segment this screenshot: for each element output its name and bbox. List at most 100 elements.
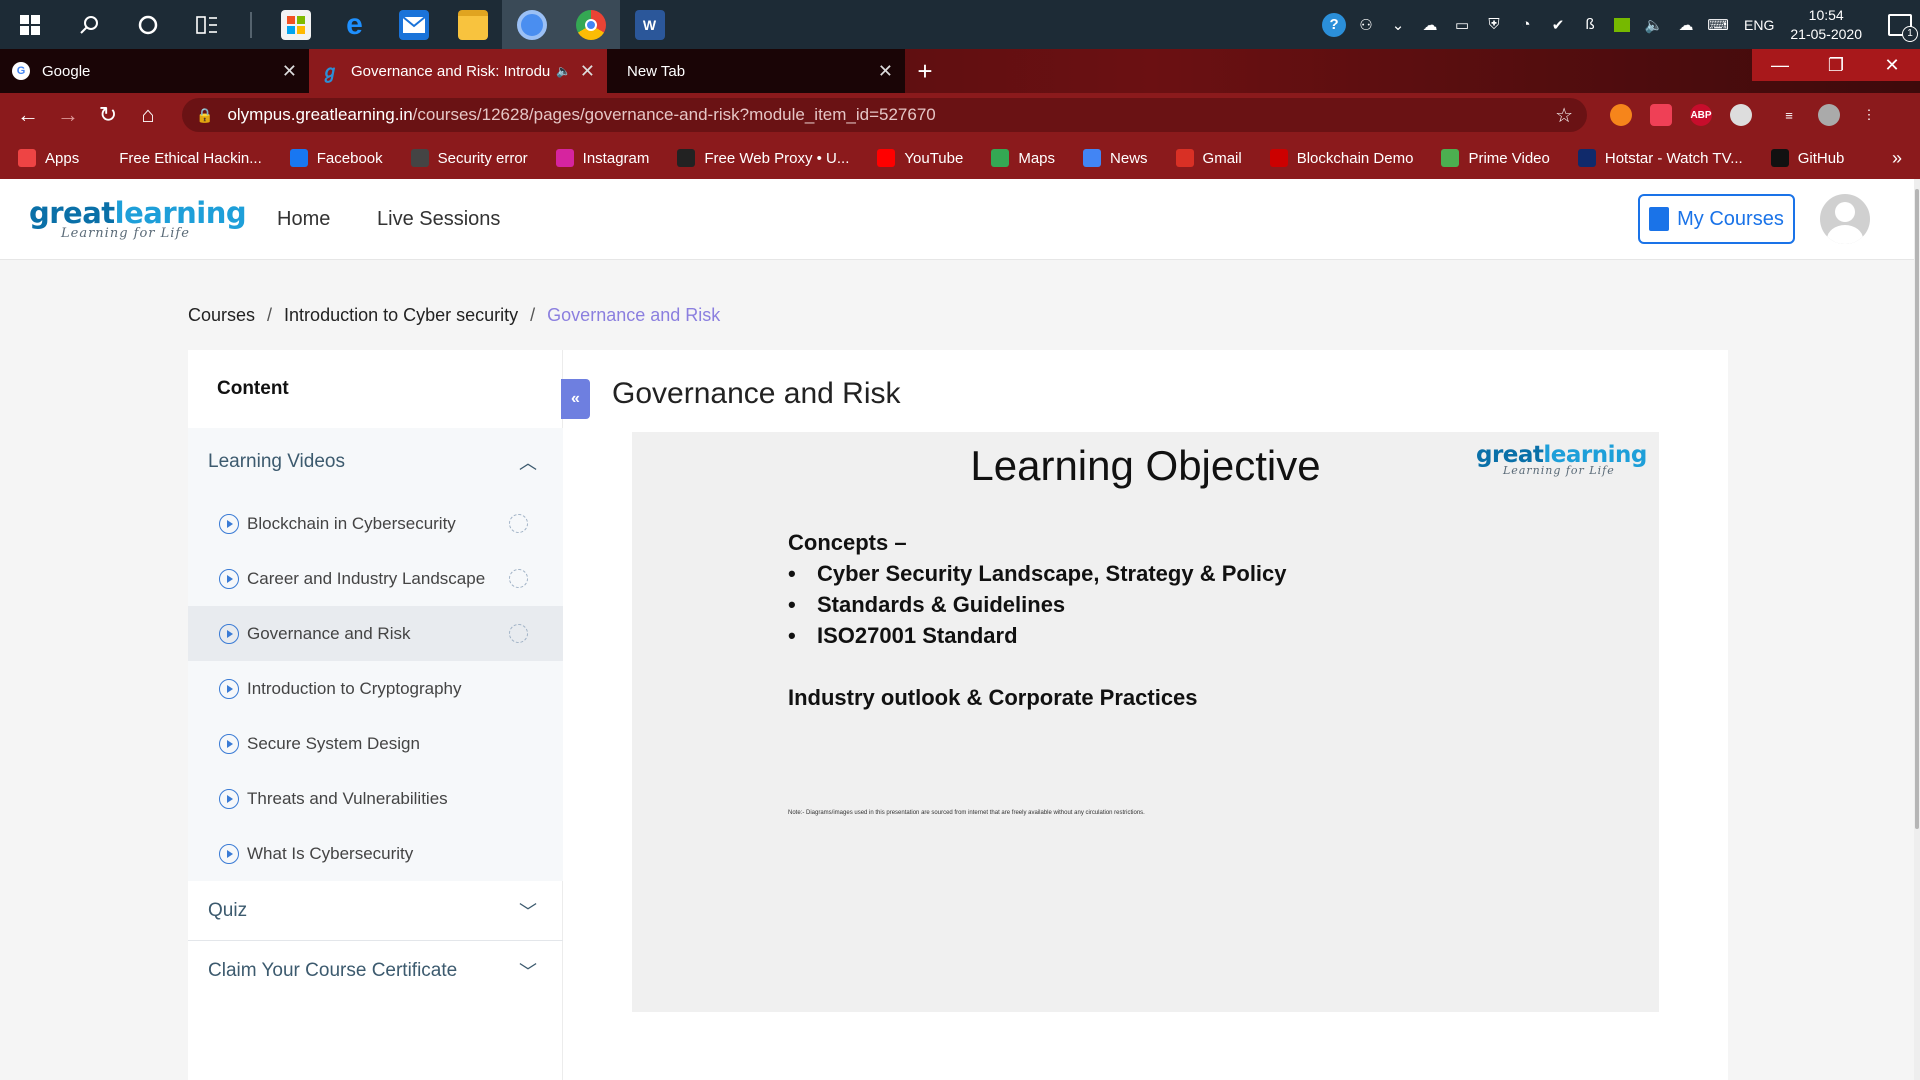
- bookmark-item[interactable]: Prime Video: [1441, 149, 1550, 167]
- breadcrumb-course[interactable]: Introduction to Cyber security: [284, 305, 518, 326]
- clock[interactable]: 10:54 21-05-2020: [1790, 6, 1862, 44]
- notification-center-icon[interactable]: 1: [1880, 13, 1920, 42]
- media-controls-icon[interactable]: ≡: [1769, 95, 1809, 135]
- help-icon[interactable]: ?: [1321, 12, 1347, 38]
- extension-icon[interactable]: [1721, 95, 1761, 135]
- people-icon[interactable]: ⚇: [1353, 12, 1379, 38]
- breadcrumb-courses[interactable]: Courses: [188, 305, 255, 326]
- chevron-up-icon[interactable]: ⌄: [1385, 12, 1411, 38]
- learning-videos-accordion[interactable]: Learning Videos ︿: [188, 428, 563, 496]
- concept-item: Cyber Security Landscape, Strategy & Pol…: [788, 558, 1287, 589]
- bh-icon[interactable]: ß: [1577, 12, 1603, 38]
- search-icon[interactable]: [59, 0, 118, 49]
- slide-video-frame[interactable]: Learning Objective greatlearning Learnin…: [632, 432, 1659, 1012]
- nvidia-icon[interactable]: [1609, 12, 1635, 38]
- cloud-upload-icon[interactable]: ☁: [1673, 12, 1699, 38]
- tab-title: Google: [42, 62, 91, 80]
- tab-new-tab[interactable]: New Tab ✕: [607, 49, 905, 93]
- close-window-icon[interactable]: ✕: [1864, 49, 1920, 81]
- close-icon[interactable]: ✕: [580, 61, 595, 82]
- check-icon[interactable]: ✔: [1545, 12, 1571, 38]
- apps-grid-icon: [18, 149, 36, 167]
- language-indicator[interactable]: ENG: [1744, 17, 1774, 33]
- restore-icon[interactable]: ❐: [1808, 49, 1864, 81]
- video-list-item[interactable]: What Is Cybersecurity: [188, 826, 563, 881]
- cortana-icon[interactable]: [118, 0, 177, 49]
- bookmark-item[interactable]: Free Ethical Hackin...: [119, 150, 262, 167]
- more-bookmarks-icon[interactable]: »: [1892, 148, 1902, 169]
- onedrive-icon[interactable]: ☁: [1417, 12, 1443, 38]
- video-label: Blockchain in Cybersecurity: [247, 513, 456, 533]
- close-icon[interactable]: ✕: [282, 61, 297, 82]
- bookmark-item[interactable]: Free Web Proxy • U...: [677, 149, 849, 167]
- nav-live-sessions[interactable]: Live Sessions: [377, 208, 500, 231]
- certificate-accordion[interactable]: Claim Your Course Certificate ﹀: [188, 941, 563, 1001]
- bookmark-label: Apps: [45, 149, 80, 167]
- bookmark-item[interactable]: Gmail: [1175, 149, 1242, 167]
- close-icon[interactable]: ✕: [878, 61, 893, 82]
- nav-home[interactable]: Home: [277, 208, 330, 231]
- greatlearning-logo[interactable]: greatlearning Learning for Life: [29, 196, 247, 241]
- profile-avatar-icon[interactable]: [1809, 95, 1849, 135]
- address-bar[interactable]: 🔒 olympus.greatlearning.in/courses/12628…: [182, 98, 1587, 132]
- wifi-icon[interactable]: ◔: [1513, 12, 1539, 38]
- bookmark-item[interactable]: News: [1083, 149, 1148, 167]
- reload-icon[interactable]: ↻: [88, 95, 128, 135]
- minimize-icon[interactable]: —: [1752, 49, 1808, 81]
- lock-icon[interactable]: 🔒: [196, 107, 213, 124]
- video-list-item[interactable]: Governance and Risk: [188, 606, 563, 661]
- task-view-icon[interactable]: [177, 0, 236, 49]
- my-courses-button[interactable]: My Courses: [1638, 194, 1795, 244]
- video-list-item[interactable]: Introduction to Cryptography: [188, 661, 563, 716]
- word-icon[interactable]: W: [620, 0, 679, 49]
- volume-icon[interactable]: 🔈: [1641, 12, 1667, 38]
- chrome-menu-icon[interactable]: ⋮: [1849, 95, 1889, 135]
- tab-google[interactable]: G Google ✕: [0, 49, 309, 93]
- back-arrow-icon[interactable]: ←: [8, 95, 48, 135]
- metamask-icon[interactable]: [1601, 95, 1641, 135]
- microsoft-store-icon[interactable]: [266, 0, 325, 49]
- file-explorer-icon[interactable]: [443, 0, 502, 49]
- video-label: Career and Industry Landscape: [247, 568, 486, 588]
- video-list-item[interactable]: Blockchain in Cybersecurity: [188, 496, 563, 551]
- bookmark-item[interactable]: Maps: [991, 149, 1055, 167]
- chevron-up-icon: ︿: [519, 453, 537, 473]
- new-tab-plus-icon[interactable]: +: [905, 49, 945, 93]
- chrome-icon[interactable]: [561, 0, 620, 49]
- forward-arrow-icon[interactable]: →: [48, 95, 88, 135]
- bookmark-item[interactable]: Security error: [410, 149, 528, 167]
- bookmark-item[interactable]: Hotstar - Watch TV...: [1577, 149, 1743, 167]
- edge-icon[interactable]: e: [325, 0, 384, 49]
- avatar[interactable]: [1820, 194, 1870, 244]
- video-list-item[interactable]: Career and Industry Landscape: [188, 551, 563, 606]
- tab-title: New Tab: [627, 62, 686, 80]
- quiz-accordion[interactable]: Quiz ﹀: [188, 881, 563, 941]
- bookmark-item[interactable]: Apps: [18, 149, 79, 167]
- page-scrollbar[interactable]: [1914, 179, 1920, 1080]
- bookmark-item[interactable]: Facebook: [289, 149, 383, 167]
- audio-icon[interactable]: 🔈: [556, 64, 571, 78]
- chromium-icon[interactable]: [502, 0, 561, 49]
- video-list-item[interactable]: Threats and Vulnerabilities: [188, 771, 563, 826]
- bookmark-item[interactable]: GitHub: [1770, 149, 1844, 167]
- mail-icon[interactable]: [384, 0, 443, 49]
- bookmark-item[interactable]: Blockchain Demo: [1269, 149, 1413, 167]
- adblock-plus-icon[interactable]: ABP: [1681, 95, 1721, 135]
- security-shield-icon[interactable]: ⛨: [1481, 12, 1507, 38]
- battery-icon[interactable]: ▭: [1449, 12, 1475, 38]
- home-icon[interactable]: ⌂: [128, 95, 168, 135]
- pocket-icon[interactable]: [1641, 95, 1681, 135]
- tab-governance-and-risk[interactable]: ℊ Governance and Risk: Introdu 🔈 ✕: [309, 49, 607, 93]
- slide-body: Concepts – Cyber Security Landscape, Str…: [788, 527, 1287, 713]
- windows-start-icon[interactable]: [0, 0, 59, 49]
- play-circle-icon: [219, 733, 239, 754]
- bookmark-star-icon[interactable]: ☆: [1555, 103, 1573, 128]
- video-list-item[interactable]: Secure System Design: [188, 716, 563, 771]
- bookmark-item[interactable]: Instagram: [555, 149, 649, 167]
- slide-note: Note:- Diagrams/images used in this pres…: [788, 810, 1145, 816]
- bookmark-item[interactable]: YouTube: [877, 149, 963, 167]
- keyboard-icon[interactable]: ⌨: [1705, 12, 1731, 38]
- scrollbar-thumb[interactable]: [1915, 189, 1919, 829]
- collapse-sidebar-button[interactable]: «: [561, 379, 590, 419]
- content-sidebar: Content Learning Videos ︿ Blockchain in …: [188, 350, 563, 1080]
